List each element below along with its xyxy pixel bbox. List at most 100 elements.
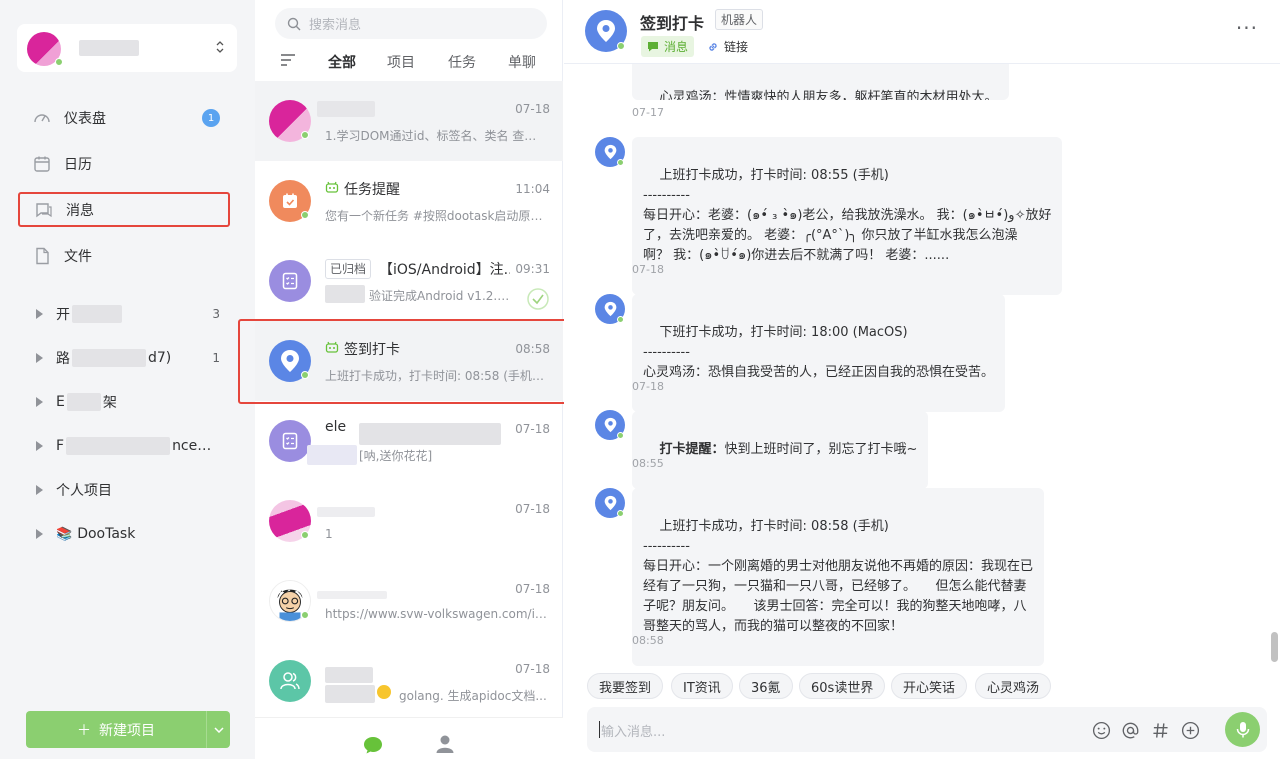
- caret-right-icon: [36, 353, 43, 363]
- caret-right-icon: [36, 485, 43, 495]
- conversation-title-wrap: 签到打卡: [325, 339, 400, 359]
- bottom-tabs: [255, 717, 563, 759]
- conversation-time: 11:04: [515, 182, 550, 196]
- conversation-item[interactable]: 已归档 【iOS/Android】注... 09:31 验证完成Android …: [255, 241, 563, 321]
- nav-files-label: 文件: [64, 249, 92, 265]
- message-input-placeholder: 输入消息...: [601, 725, 666, 740]
- message-input[interactable]: 输入消息...: [587, 707, 1267, 752]
- project-item[interactable]: F nce…: [36, 434, 226, 458]
- nav-files[interactable]: 文件: [18, 238, 230, 274]
- conversation-item[interactable]: 07-18 1.学习DOM通过id、标签名、类名 查找 ...: [255, 81, 563, 161]
- chat-scrollbar[interactable]: [1271, 632, 1278, 662]
- archived-tag: 已归档: [325, 259, 372, 279]
- nav-messages[interactable]: 消息: [18, 192, 230, 227]
- nav-messages-label: 消息: [66, 202, 94, 219]
- message-text: 上班打卡成功，打卡时间: 08:58 (手机) ---------- 每日开心：…: [643, 519, 1034, 634]
- online-status-dot: [301, 531, 309, 539]
- conversation-title: 任务提醒: [344, 182, 400, 198]
- conversation-title: 签到打卡: [344, 342, 400, 358]
- project-count: 1: [212, 351, 220, 365]
- filter-menu-icon[interactable]: [280, 54, 296, 70]
- conversation-item[interactable]: 任务提醒 11:04 您有一个新任务 #按照dootask启动原始...: [255, 161, 563, 241]
- tab-messages[interactable]: 消息: [641, 36, 695, 57]
- dashboard-icon: [32, 108, 52, 128]
- project-count: 3: [212, 307, 220, 321]
- project-item[interactable]: 个人项目: [36, 478, 226, 502]
- new-project-dropdown[interactable]: [207, 726, 230, 733]
- conversation-time: 09:31: [515, 262, 550, 276]
- conversation-preview: 1.学习DOM通过id、标签名、类名 查找 ...: [325, 129, 547, 143]
- online-status-dot: [301, 211, 309, 219]
- tab-projects[interactable]: 项目: [387, 52, 415, 72]
- contacts-icon[interactable]: [435, 734, 455, 758]
- new-project-button[interactable]: ＋ 新建项目: [26, 711, 230, 748]
- project-name: DooTask: [77, 526, 136, 542]
- chat-bubble-icon[interactable]: [362, 735, 384, 759]
- caret-right-icon: [36, 309, 43, 319]
- message-bubble: 心灵鸡汤：性情爽快的人朋友多，躯杆笔直的木材用处大。: [632, 58, 1009, 100]
- message-bubble: 上班打卡成功，打卡时间: 08:55 (手机) ---------- 每日开心：…: [632, 137, 1063, 295]
- tab-direct[interactable]: 单聊: [508, 52, 536, 72]
- tab-messages-label: 消息: [664, 40, 689, 54]
- online-status-dot: [301, 131, 309, 139]
- conversation-preview: golang. 生成apidoc文档...: [399, 689, 547, 703]
- chevron-down-icon: [213, 726, 224, 733]
- project-item[interactable]: 路 d7) 1: [36, 346, 226, 370]
- project-name: 路: [56, 351, 70, 367]
- voice-record-button[interactable]: [1225, 712, 1260, 747]
- quick-reply-chip[interactable]: 我要签到: [587, 673, 664, 699]
- mention-icon[interactable]: [1119, 719, 1141, 741]
- project-name-tail: 架: [102, 395, 117, 411]
- conversation-item-active[interactable]: 签到打卡 08:58 上班打卡成功，打卡时间: 08:58 (手机)-...: [255, 321, 563, 401]
- project-item[interactable]: 开 3: [36, 302, 226, 326]
- redacted-text: [325, 685, 375, 703]
- add-attachment-icon[interactable]: [1179, 719, 1201, 741]
- online-status-dot: [301, 611, 309, 619]
- redacted-title: [317, 591, 387, 599]
- file-icon: [32, 246, 52, 266]
- search-input[interactable]: 搜索消息: [275, 8, 547, 39]
- project-name-tail: nce…: [172, 438, 212, 454]
- quick-reply-chip[interactable]: 36氪: [739, 673, 793, 699]
- message-bubble: 打卡提醒：快到上班时间了，别忘了打卡哦~: [632, 411, 929, 489]
- conversation-title: ele: [325, 419, 347, 435]
- emoji-icon[interactable]: [1090, 719, 1112, 741]
- caret-right-icon: [36, 441, 43, 451]
- quick-reply-chip[interactable]: IT资讯: [671, 673, 733, 699]
- project-item[interactable]: E 架: [36, 390, 226, 414]
- tab-links[interactable]: 链接: [707, 36, 748, 57]
- search-placeholder: 搜索消息: [309, 18, 362, 33]
- hashtag-icon[interactable]: [1149, 719, 1171, 741]
- message-text: 上班打卡成功，打卡时间: 08:55 (手机) ---------- 每日开心：…: [643, 168, 1052, 263]
- conversation-item[interactable]: 07-18 https://www.svw-volkswagen.com/id4…: [255, 561, 563, 641]
- message-bold-label: 打卡提醒：: [659, 442, 725, 457]
- quick-reply-chip[interactable]: 开心笑话: [891, 673, 968, 699]
- online-status-dot: [301, 371, 309, 379]
- redacted-title: [325, 667, 373, 683]
- tab-all[interactable]: 全部: [328, 52, 356, 72]
- project-name: F: [56, 438, 65, 454]
- conversation-item[interactable]: 07-18 1: [255, 481, 563, 561]
- group-avatar: [269, 660, 311, 702]
- conversation-item[interactable]: 07-18 golang. 生成apidoc文档...: [255, 641, 563, 721]
- conversation-item[interactable]: ele 07-18 [呐,送你花花]: [255, 401, 563, 481]
- conversation-preview: 验证完成Android v1.2.13...: [369, 289, 515, 303]
- chat-panel: 签到打卡 机器人 消息 链接 ··· 心灵鸡汤：性情爽快的人朋友多，躯杆笔直的木…: [564, 0, 1280, 759]
- books-icon: 📚: [56, 526, 73, 542]
- nav-calendar[interactable]: 日历: [18, 146, 230, 182]
- search-icon: [287, 17, 301, 30]
- tab-tasks[interactable]: 任务: [448, 52, 476, 72]
- project-item[interactable]: 📚 DooTask: [36, 522, 226, 546]
- message-time: 07-18: [632, 263, 664, 276]
- user-switcher[interactable]: [17, 24, 237, 72]
- quick-reply-chip[interactable]: 心灵鸡汤: [975, 673, 1052, 699]
- message-time: 07-17: [632, 106, 664, 119]
- message-bubble: 下班打卡成功，打卡时间: 18:00 (MacOS) ---------- 心灵…: [632, 294, 1006, 412]
- message-time: 08:58: [632, 634, 664, 647]
- quick-reply-chip[interactable]: 60s读世界: [799, 673, 886, 699]
- redacted-text: [72, 349, 146, 367]
- nav-dashboard[interactable]: 仪表盘 1: [18, 100, 230, 136]
- message-bubble: 上班打卡成功，打卡时间: 08:58 (手机) ---------- 每日开心：…: [632, 488, 1045, 666]
- more-options-icon[interactable]: ···: [1236, 16, 1258, 40]
- dashboard-badge: 1: [202, 109, 220, 127]
